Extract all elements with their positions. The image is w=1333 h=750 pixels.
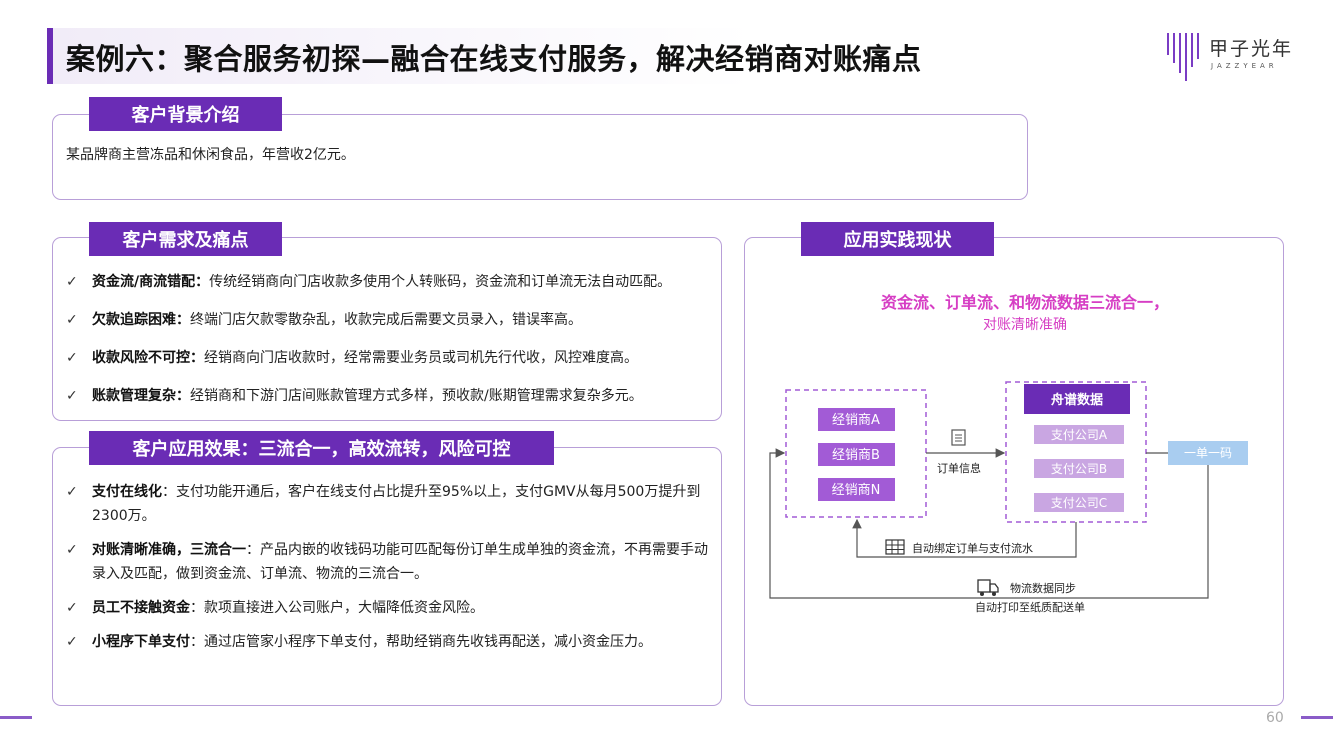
payment-label-b: 支付公司B <box>1051 462 1107 476</box>
payment-label-a: 支付公司A <box>1051 428 1108 442</box>
flow-diagram: 资金流、订单流、和物流数据三流合一， 对账清晰准确 经销商A 经销商B 经销商N… <box>769 293 1248 614</box>
platform-label: 舟谱数据 <box>1051 392 1103 408</box>
practice-headline-2: 对账清晰准确 <box>983 317 1067 333</box>
dealer-label-n: 经销商N <box>832 483 881 498</box>
order-info-label: 订单信息 <box>937 461 981 475</box>
page-number: 60 <box>1266 710 1284 726</box>
footer-accent-right <box>1301 716 1333 719</box>
logistics-loop <box>769 448 1209 599</box>
one-code-label: 一单一码 <box>1184 446 1232 460</box>
auto-print-label: 自动打印至纸质配送单 <box>975 600 1085 614</box>
dealer-label-a: 经销商A <box>832 413 880 428</box>
document-icon <box>951 429 966 446</box>
payment-label-c: 支付公司C <box>1051 496 1107 510</box>
auto-bind-label: 自动绑定订单与支付流水 <box>912 541 1033 555</box>
practice-headline-1: 资金流、订单流、和物流数据三流合一， <box>881 293 1169 312</box>
delivery-truck-icon <box>977 579 999 596</box>
table-icon <box>885 539 905 555</box>
logistics-sync-label: 物流数据同步 <box>1010 581 1076 595</box>
footer-accent-left <box>0 716 32 719</box>
dealer-label-b: 经销商B <box>832 448 880 463</box>
